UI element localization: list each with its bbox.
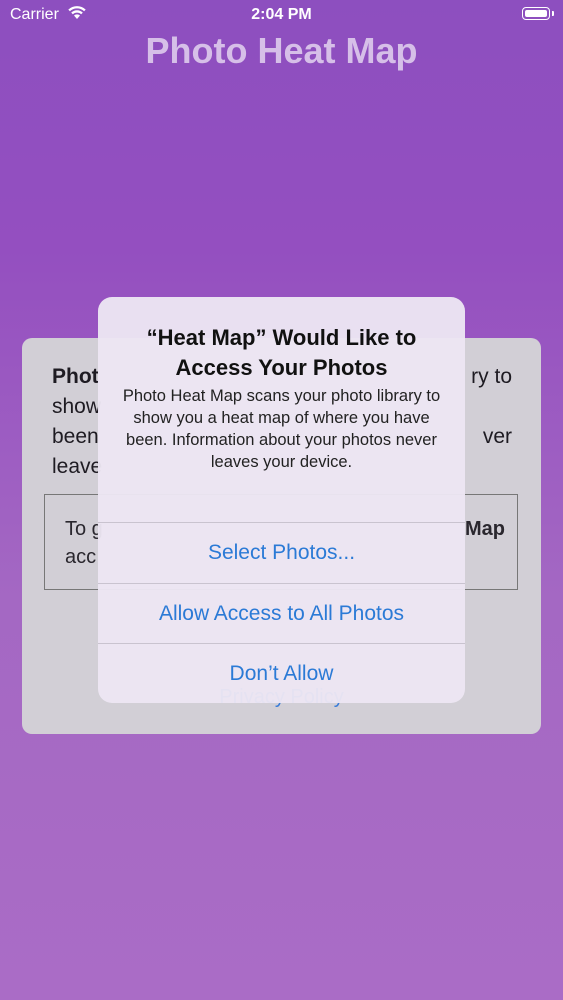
intro-line1-bold: Phot bbox=[52, 365, 99, 388]
alert-title: “Heat Map” Would Like to Access Your Pho… bbox=[146, 325, 417, 380]
instruction-line1-end: Map bbox=[465, 518, 505, 540]
intro-line1-end: ry to bbox=[471, 365, 512, 388]
intro-line3-end: ver bbox=[482, 425, 512, 448]
battery-cap bbox=[552, 11, 554, 16]
photos-permission-alert: “Heat Map” Would Like to Access Your Pho… bbox=[98, 297, 465, 703]
status-bar: Carrier 2:04 PM bbox=[0, 0, 563, 30]
intro-line3: been bbox=[52, 425, 99, 448]
status-time: 2:04 PM bbox=[251, 6, 312, 23]
dont-allow-button[interactable]: Don’t Allow bbox=[98, 643, 465, 703]
select-photos-button[interactable]: Select Photos... bbox=[98, 522, 465, 583]
allow-all-photos-button[interactable]: Allow Access to All Photos bbox=[98, 583, 465, 644]
alert-message: Photo Heat Map scans your photo library … bbox=[122, 387, 441, 471]
app-title: Photo Heat Map bbox=[145, 30, 418, 71]
battery-icon bbox=[522, 7, 550, 20]
